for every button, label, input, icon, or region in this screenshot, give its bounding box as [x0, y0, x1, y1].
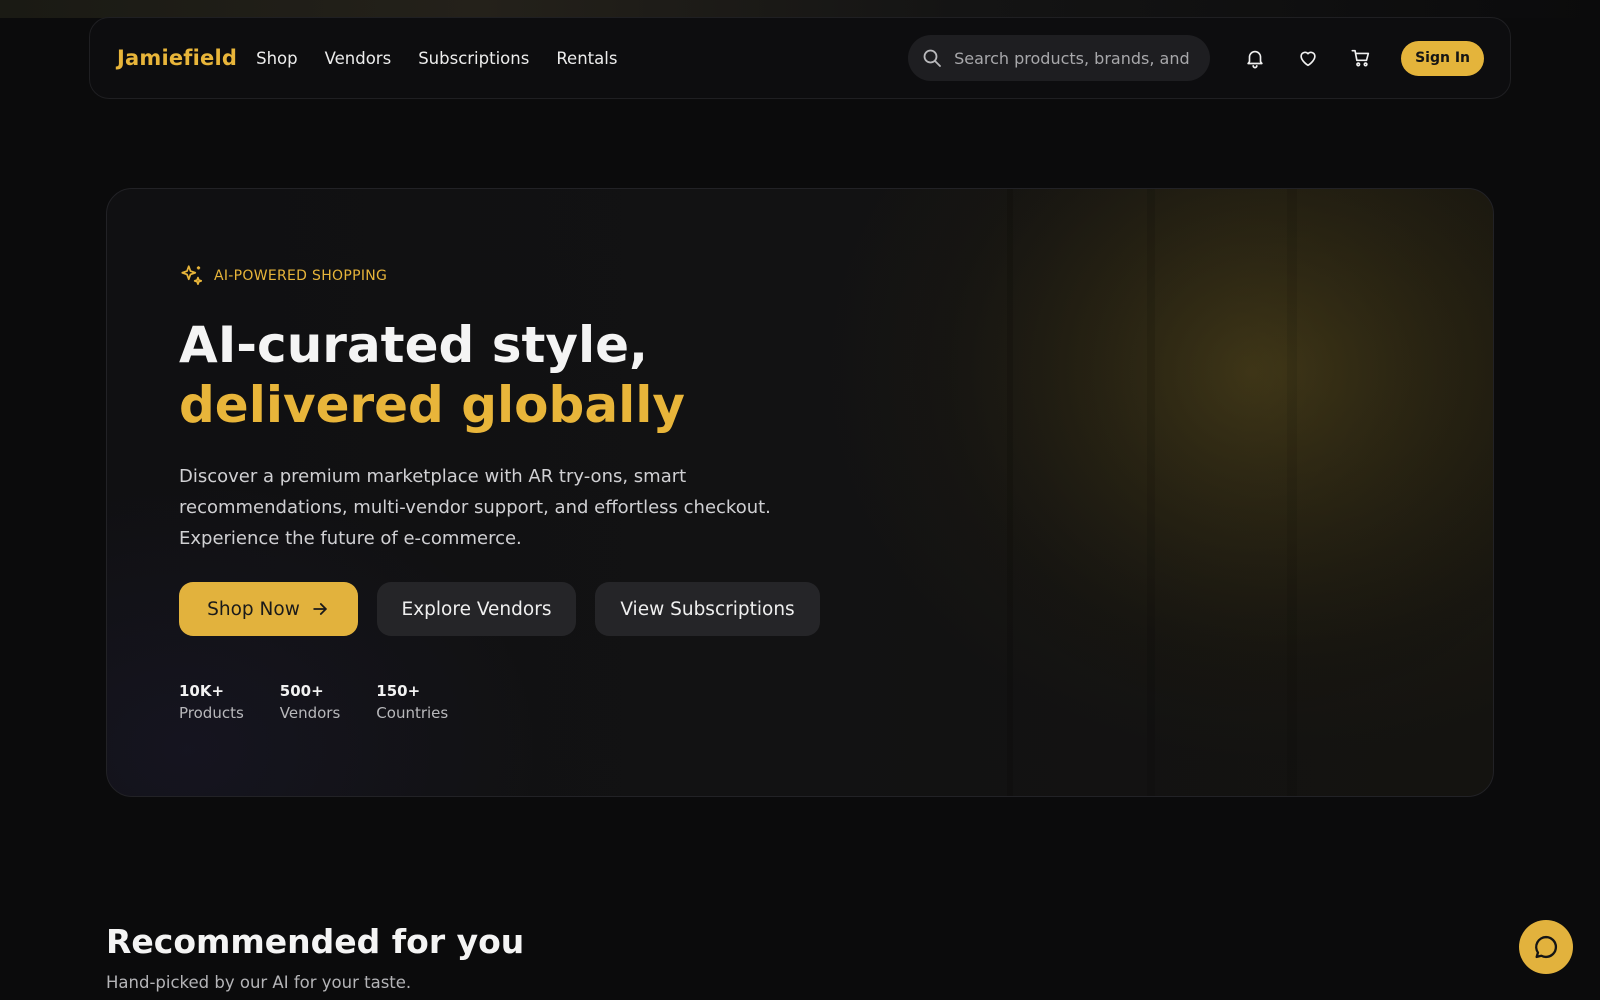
stat-label: Vendors [279, 704, 341, 722]
chat-bubble-icon [1535, 935, 1558, 959]
heart-icon [1300, 51, 1316, 67]
search-input[interactable] [954, 48, 1195, 68]
hero-description: Discover a premium marketplace with AR t… [179, 466, 771, 549]
nav-link-subscriptions[interactable]: Subscriptions [418, 49, 529, 68]
hero-background-art [887, 189, 1493, 796]
hero-badge-label: AI-POWERED SHOPPING [214, 268, 388, 284]
hero-banner: AI-POWERED SHOPPING AI-curated style, de… [106, 188, 1494, 797]
nav-link-vendors[interactable]: Vendors [325, 49, 392, 68]
shop-now-button[interactable]: Shop Now [179, 582, 358, 636]
hero-stats: 10K+ Products 500+ Vendors 150+ Countrie… [179, 681, 484, 725]
stat-label: Products [179, 704, 244, 722]
search-bar[interactable] [908, 35, 1211, 81]
cart-button[interactable] [1346, 43, 1376, 73]
stat-products: 10K+ Products [179, 681, 244, 725]
main-nav: Shop Vendors Subscriptions Rentals [256, 49, 644, 68]
cart-icon [1351, 49, 1370, 67]
stat-value: 150+ [376, 682, 421, 700]
navbar: Jamiefield Shop Vendors Subscriptions Re… [89, 17, 1511, 99]
recommended-title: Recommended for you [106, 922, 525, 961]
view-subscriptions-button[interactable]: View Subscriptions [595, 582, 820, 636]
search-icon [923, 49, 941, 67]
recommended-subtitle: Hand-picked by our AI for your taste. [106, 973, 412, 992]
brand-logo[interactable]: Jamiefield [117, 46, 237, 70]
hero-badge: AI-POWERED SHOPPING [179, 263, 387, 289]
hero-title: AI-curated style, delivered globally [179, 315, 899, 435]
stat-value: 500+ [279, 682, 324, 700]
wishlist-button[interactable] [1293, 43, 1323, 73]
stat-label: Countries [376, 704, 449, 722]
sparkles-icon [181, 265, 203, 285]
hero-title-plain: AI-curated style, [179, 316, 648, 374]
notifications-button[interactable] [1240, 43, 1270, 73]
bell-icon [1247, 50, 1263, 69]
shop-now-label: Shop Now [207, 598, 300, 620]
nav-link-shop[interactable]: Shop [256, 49, 298, 68]
sign-in-button[interactable]: Sign In [1401, 40, 1484, 76]
stat-vendors: 500+ Vendors [280, 681, 341, 725]
chat-button[interactable] [1519, 920, 1573, 974]
top-glow [0, 0, 1600, 18]
nav-link-rentals[interactable]: Rentals [556, 49, 617, 68]
arrow-right-icon [313, 603, 327, 615]
explore-vendors-button[interactable]: Explore Vendors [377, 582, 576, 636]
stat-value: 10K+ [179, 682, 225, 700]
stat-countries: 150+ Countries [376, 681, 448, 725]
hero-title-accent: delivered globally [179, 376, 685, 434]
